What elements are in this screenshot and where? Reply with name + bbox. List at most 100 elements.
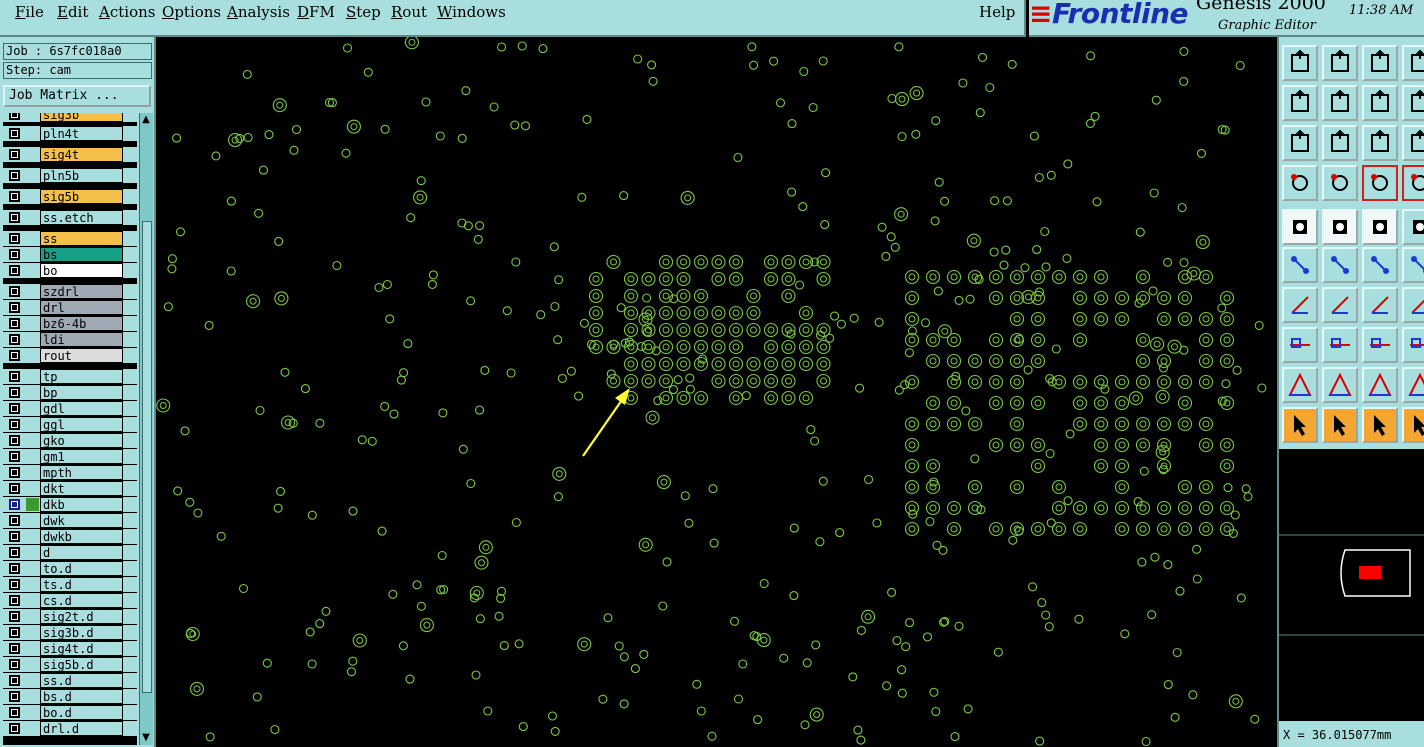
layer-checkbox[interactable] <box>9 659 20 670</box>
layer-name[interactable]: pln4t <box>40 126 123 141</box>
layer-checkbox[interactable] <box>9 435 20 446</box>
move-icon[interactable] <box>1362 247 1398 283</box>
select-icon[interactable] <box>1282 407 1318 443</box>
layer-name[interactable]: to.d <box>40 561 123 576</box>
drc-icon[interactable] <box>1362 165 1398 201</box>
zoom-1to2-icon[interactable] <box>1362 125 1398 161</box>
layer-name[interactable]: bo.d <box>40 705 123 720</box>
layer-row-bs.d[interactable]: bs.d <box>3 689 137 704</box>
layer-name[interactable]: rout <box>40 348 123 363</box>
layer-checkbox[interactable] <box>9 547 20 558</box>
layer-name[interactable]: sig3b <box>40 113 123 122</box>
zoom-center-icon[interactable] <box>1322 125 1358 161</box>
layer-checkbox[interactable] <box>9 611 20 622</box>
layer-name[interactable]: mpth <box>40 465 123 480</box>
scroll-down-icon[interactable]: ▼ <box>141 733 151 743</box>
layer-name[interactable]: gdl <box>40 401 123 416</box>
layer-row-sig4t.d[interactable]: sig4t.d <box>3 641 137 656</box>
layer-checkbox[interactable] <box>9 595 20 606</box>
layer-name[interactable]: drl <box>40 300 123 315</box>
select-net-icon[interactable] <box>1402 407 1424 443</box>
layer-row-to.d[interactable]: to.d <box>3 561 137 576</box>
layer-name[interactable]: sig3b.d <box>40 625 123 640</box>
layer-checkbox[interactable] <box>9 286 20 297</box>
layer-name[interactable]: bs.d <box>40 689 123 704</box>
round-icon[interactable] <box>1402 209 1424 245</box>
layer-checkbox[interactable] <box>9 233 20 244</box>
layer-row-bz6-4b[interactable]: bz6-4b <box>3 316 137 331</box>
shape-icon[interactable] <box>1322 209 1358 245</box>
layer-row-dwk[interactable]: dwk <box>3 513 137 528</box>
layer-name[interactable]: sig2t.d <box>40 609 123 624</box>
layer-row-gm1[interactable]: gm1 <box>3 449 137 464</box>
extra-icon[interactable] <box>1402 85 1424 121</box>
layer-row-sig4t[interactable]: sig4t <box>3 147 137 162</box>
layer-row-sig3b[interactable]: sig3b <box>3 113 137 122</box>
layer-row-pln4t[interactable]: pln4t <box>3 126 137 141</box>
layer-scrollbar[interactable]: ▲ ▼ <box>139 113 153 745</box>
layer-name[interactable]: sig5b <box>40 189 123 204</box>
layer-checkbox[interactable] <box>9 451 20 462</box>
layer-checkbox[interactable] <box>9 707 20 718</box>
layer-row-drl[interactable]: drl <box>3 300 137 315</box>
layer-row-pln5b[interactable]: pln5b <box>3 168 137 183</box>
menu-windows[interactable]: Windows <box>437 3 506 21</box>
layer-row-sig5b.d[interactable]: sig5b.d <box>3 657 137 672</box>
select-poly-icon[interactable] <box>1362 407 1398 443</box>
triangle-up-icon[interactable] <box>1322 367 1358 403</box>
layer-checkbox[interactable] <box>9 563 20 574</box>
job-matrix-button[interactable]: Job Matrix ... <box>3 85 151 107</box>
scroll-thumb[interactable] <box>142 221 152 693</box>
layer-checkbox[interactable] <box>9 627 20 638</box>
layer-checkbox[interactable] <box>9 249 20 260</box>
layer-row-ggl[interactable]: ggl <box>3 417 137 432</box>
layer-name[interactable]: sig5b.d <box>40 657 123 672</box>
layer-name[interactable]: ss <box>40 231 123 246</box>
layer-name[interactable]: dkb <box>40 497 123 512</box>
layer-checkbox[interactable] <box>9 128 20 139</box>
menu-analysis[interactable]: Analysis <box>227 3 290 21</box>
layer-row-rout[interactable]: rout <box>3 348 137 363</box>
layer-name[interactable]: drl.d <box>40 721 123 736</box>
layer-checkbox[interactable] <box>9 113 20 120</box>
rotate-icon[interactable] <box>1362 287 1398 323</box>
home-icon[interactable] <box>1362 45 1398 81</box>
pan-right-icon[interactable] <box>1322 85 1358 121</box>
layer-checkbox[interactable] <box>9 531 20 542</box>
layer-checkbox[interactable] <box>9 170 20 181</box>
group-icon[interactable] <box>1402 327 1424 363</box>
minus-icon[interactable] <box>1322 327 1358 363</box>
menu-actions[interactable]: Actions <box>99 3 155 21</box>
layer-name[interactable]: ss.etch <box>40 210 123 225</box>
layer-checkbox[interactable] <box>9 334 20 345</box>
layer-row-sig5b[interactable]: sig5b <box>3 189 137 204</box>
menu-rout[interactable]: Rout <box>391 3 427 21</box>
layer-checkbox[interactable] <box>9 723 20 734</box>
bracket-icon[interactable] <box>1402 287 1424 323</box>
triangle-b-icon[interactable] <box>1402 367 1424 403</box>
layer-name[interactable]: pln5b <box>40 168 123 183</box>
overview-map[interactable] <box>1279 449 1424 721</box>
layer-checkbox[interactable] <box>9 212 20 223</box>
net-icon[interactable] <box>1282 247 1318 283</box>
layer-name[interactable]: ldi <box>40 332 123 347</box>
layer-row-tp[interactable]: tp <box>3 369 137 384</box>
drc2-icon[interactable] <box>1402 165 1424 201</box>
layer-row-ts.d[interactable]: ts.d <box>3 577 137 592</box>
layer-checkbox[interactable] <box>9 691 20 702</box>
menu-options[interactable]: Options <box>162 3 221 21</box>
line-icon[interactable] <box>1282 287 1318 323</box>
copy-icon[interactable] <box>1282 327 1318 363</box>
layer-name[interactable]: bo <box>40 263 123 278</box>
menu-file[interactable]: File <box>15 3 44 21</box>
layer-checkbox[interactable] <box>9 579 20 590</box>
layer-checkbox[interactable] <box>9 403 20 414</box>
pan-left-icon[interactable] <box>1282 85 1318 121</box>
layer-row-d[interactable]: d <box>3 545 137 560</box>
layer-name[interactable]: cs.d <box>40 593 123 608</box>
pan-down-icon[interactable] <box>1322 45 1358 81</box>
layer-row-mpth[interactable]: mpth <box>3 465 137 480</box>
layer-checkbox[interactable] <box>9 467 20 478</box>
undo-view-icon[interactable] <box>1362 85 1398 121</box>
graphic-canvas[interactable] <box>156 37 1276 747</box>
